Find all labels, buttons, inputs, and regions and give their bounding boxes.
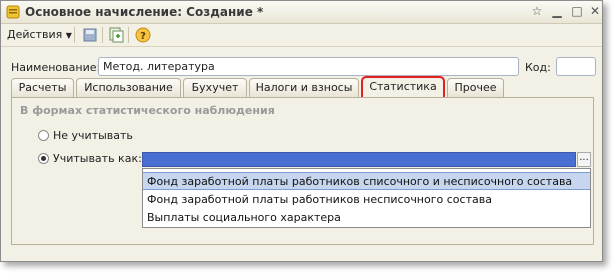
radio-selected-dot <box>41 156 46 161</box>
name-input[interactable]: Метод. литература <box>98 57 519 76</box>
chevron-down-icon: ▼ <box>65 31 72 40</box>
code-label: Код: <box>525 61 551 74</box>
dropdown-option[interactable]: Фонд заработной платы работников списочн… <box>143 172 590 190</box>
radio-account-as[interactable] <box>38 153 49 164</box>
group-title: В формах статистического наблюдения <box>20 104 275 117</box>
tab-statistics[interactable]: Статистика <box>361 76 445 99</box>
close-icon[interactable]: ✕ <box>587 4 603 18</box>
dropdown-option-label: Выплаты социального характера <box>147 211 341 224</box>
save-icon[interactable] <box>81 26 99 44</box>
dropdown-list: Фонд заработной платы работников списочн… <box>142 168 591 228</box>
radio-not-account[interactable] <box>38 130 49 141</box>
tab-calculations[interactable]: Расчеты <box>11 78 74 97</box>
toolbar: Действия ▼ ? <box>1 24 602 47</box>
toolbar-separator <box>74 27 75 43</box>
maximize-icon[interactable]: □ <box>569 4 585 18</box>
minimize-icon[interactable]: ▁ <box>549 4 565 18</box>
tab-label: Налоги и взносы <box>255 81 353 94</box>
toolbar-separator <box>128 27 129 43</box>
star-icon[interactable]: ☆ <box>529 4 545 18</box>
tab-label: Бухучет <box>191 81 239 94</box>
tab-taxes[interactable]: Налоги и взносы <box>249 78 359 97</box>
actions-menu[interactable]: Действия ▼ <box>7 28 72 41</box>
dropdown-option-label: Фонд заработной платы работников списочн… <box>147 175 573 188</box>
tab-label: Использование <box>84 81 173 94</box>
title-bar[interactable]: Основное начисление: Создание * ☆ ▁ □ ✕ <box>1 1 602 24</box>
document-window: Основное начисление: Создание * ☆ ▁ □ ✕ … <box>0 0 603 262</box>
dropdown-option[interactable]: Фонд заработной платы работников несписо… <box>143 191 590 209</box>
radio-account-as-label[interactable]: Учитывать как: <box>53 152 142 165</box>
radio-not-account-label[interactable]: Не учитывать <box>53 129 133 142</box>
ellipsis-icon: ... <box>579 152 589 163</box>
account-as-select[interactable] <box>142 152 576 167</box>
copy-icon[interactable] <box>107 26 125 44</box>
dropdown-option-label: Фонд заработной платы работников несписо… <box>147 193 492 206</box>
tab-other[interactable]: Прочее <box>447 78 504 97</box>
help-icon[interactable]: ? <box>134 26 152 44</box>
tab-usage[interactable]: Использование <box>76 78 181 97</box>
dropdown-option[interactable]: Выплаты социального характера <box>143 209 590 227</box>
actions-menu-label: Действия <box>7 28 63 41</box>
tab-accounting[interactable]: Бухучет <box>183 78 247 97</box>
tab-label: Прочее <box>454 81 497 94</box>
code-input[interactable] <box>556 57 596 76</box>
toolbar-separator <box>102 27 103 43</box>
window-title: Основное начисление: Создание * <box>25 5 264 19</box>
select-choose-button[interactable]: ... <box>577 152 591 167</box>
name-label: Наименование: <box>11 61 101 74</box>
name-input-value: Метод. литература <box>103 60 215 73</box>
tab-label: Статистика <box>369 80 437 93</box>
svg-text:?: ? <box>140 31 146 42</box>
document-icon <box>6 5 20 19</box>
tab-label: Расчеты <box>18 81 67 94</box>
